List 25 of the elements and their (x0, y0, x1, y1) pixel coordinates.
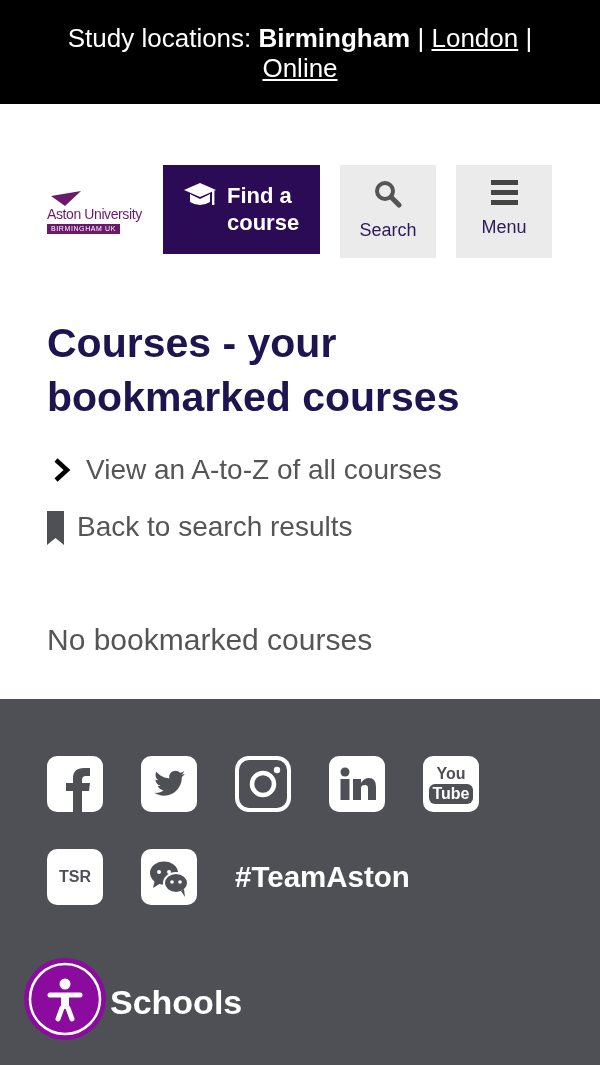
tsr-link[interactable]: TSR (47, 849, 103, 905)
linkedin-icon[interactable] (329, 756, 385, 812)
logo-wordmark[interactable]: Aston University (47, 207, 142, 222)
bird-icon[interactable] (141, 756, 197, 812)
page-title: Courses - your bookmarked courses (47, 319, 461, 422)
menu-icon (490, 180, 518, 205)
chat-bubbles-icon[interactable] (141, 849, 197, 905)
back-to-results-link[interactable]: Back to search results (47, 509, 353, 545)
menu-button[interactable]: Menu (456, 165, 552, 258)
facebook-icon[interactable] (47, 756, 103, 812)
empty-message: No bookmarked courses (47, 622, 374, 658)
search-button[interactable]: Search (340, 165, 436, 258)
location-link[interactable]: Online (262, 53, 338, 83)
accessibility-icon (28, 962, 102, 1036)
camera-icon[interactable] (235, 756, 291, 812)
find-a-course-button[interactable]: Find a course (163, 165, 320, 254)
hashtag-text: #TeamAston (235, 860, 410, 894)
bookmark-icon (47, 511, 64, 545)
a-to-z-link[interactable]: View an A-to-Z of all courses (47, 452, 442, 488)
footer-heading: Schools (110, 982, 243, 1022)
search-icon (374, 180, 402, 208)
youtube-link[interactable]: You Tube (423, 756, 479, 812)
pennant-icon[interactable] (49, 191, 82, 207)
location-link[interactable]: London (431, 23, 519, 53)
study-locations-text: Study locations: Birmingham | London | Online (66, 23, 534, 83)
